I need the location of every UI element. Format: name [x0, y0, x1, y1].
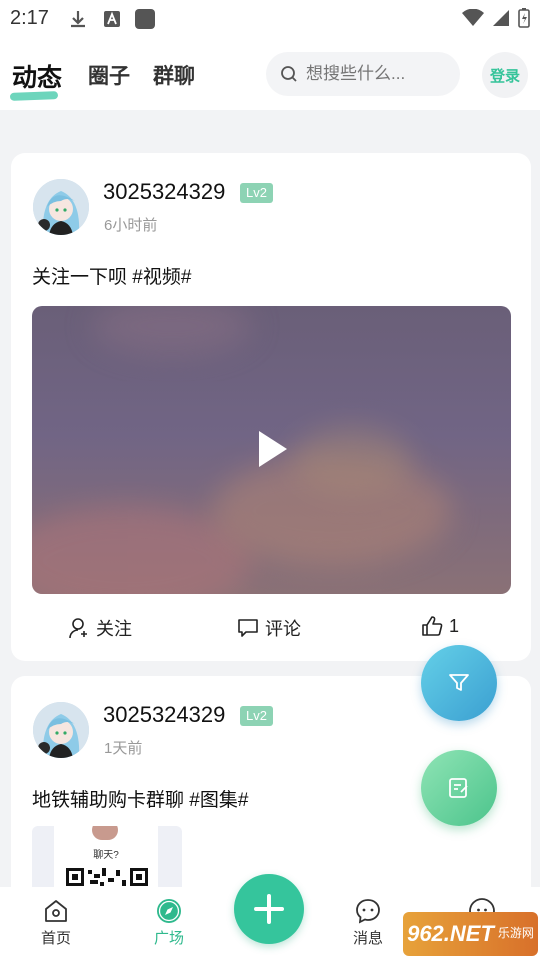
search-input[interactable]: [306, 64, 446, 84]
edit-icon: [449, 778, 468, 798]
like-button[interactable]: 1: [421, 615, 459, 637]
watermark-main: 962.NET: [407, 921, 494, 946]
nav-square-label: 广场: [153, 930, 184, 947]
avatar[interactable]: [33, 179, 89, 235]
home-icon: [45, 900, 67, 922]
anime-avatar-image: [33, 702, 89, 758]
plus-icon: [254, 894, 284, 924]
post-username[interactable]: 3025324329: [103, 702, 225, 728]
tab-dynamic[interactable]: 动态: [9, 58, 63, 101]
create-post-button[interactable]: [421, 750, 497, 826]
signal-icon: [493, 10, 509, 26]
watermark-sub: 乐游网: [497, 926, 534, 941]
tab-group-chat[interactable]: 群聊: [153, 60, 195, 90]
tab-circle[interactable]: 圈子: [88, 60, 130, 90]
comment-button[interactable]: 评论: [237, 615, 301, 641]
post-text[interactable]: 地铁辅助购卡群聊 #图集#: [32, 785, 248, 812]
cloud-shape: [292, 426, 412, 496]
like-count: 1: [449, 615, 460, 636]
post-time: 6小时前: [104, 217, 158, 234]
nav-messages-label: 消息: [352, 930, 383, 947]
post-card[interactable]: 3025324329 Lv2 6小时前 关注一下呗 #视频# 关注 评论 1: [11, 153, 531, 661]
search-icon: [281, 66, 297, 82]
anime-avatar-image: [33, 179, 89, 235]
thumbs-up-icon: [422, 616, 443, 636]
qr-code-icon: [66, 868, 148, 886]
download-icon: [71, 11, 85, 28]
play-icon[interactable]: [257, 429, 289, 469]
add-button[interactable]: [234, 874, 304, 944]
post-username[interactable]: 3025324329: [103, 179, 225, 205]
nav-square[interactable]: 广场: [139, 897, 199, 948]
compass-icon: [157, 899, 181, 923]
filter-icon: [449, 674, 469, 691]
nav-home[interactable]: 首页: [26, 897, 86, 948]
tab-label: 动态: [12, 64, 63, 92]
status-bar: 2:17: [0, 0, 540, 38]
comment-label: 评论: [265, 619, 301, 639]
site-watermark: 962.NET 乐游网: [403, 912, 538, 956]
cloud-shape: [92, 306, 252, 356]
app-notify-icon: [104, 11, 120, 27]
filter-button[interactable]: [421, 645, 497, 721]
avatar[interactable]: [33, 702, 89, 758]
status-time: 2:17: [10, 7, 49, 29]
user-add-icon: [69, 618, 87, 639]
app-square-icon: [135, 9, 155, 29]
level-badge: Lv2: [240, 183, 273, 203]
login-button[interactable]: 登录: [482, 52, 528, 98]
video-player[interactable]: [32, 306, 511, 594]
level-badge: Lv2: [240, 706, 273, 726]
post-actions: 关注 评论 1: [11, 615, 531, 645]
top-header: 动态 圈子 群聊 登录: [0, 38, 540, 110]
nav-home-label: 首页: [40, 930, 71, 947]
follow-label: 关注: [96, 619, 132, 639]
thumbnail-avatar: [92, 826, 118, 840]
message-icon: [356, 899, 380, 924]
post-text[interactable]: 关注一下呗 #视频#: [32, 262, 191, 289]
search-box[interactable]: [266, 52, 460, 96]
battery-icon: [518, 8, 530, 28]
status-right: [462, 8, 530, 28]
comment-icon: [238, 619, 258, 637]
thumbnail-caption: 聊天?: [93, 850, 119, 861]
wifi-icon: [462, 9, 484, 26]
post-time: 1天前: [104, 740, 143, 757]
follow-button[interactable]: 关注: [68, 615, 132, 641]
active-tab-underline: [9, 91, 59, 101]
nav-messages[interactable]: 消息: [338, 897, 398, 948]
